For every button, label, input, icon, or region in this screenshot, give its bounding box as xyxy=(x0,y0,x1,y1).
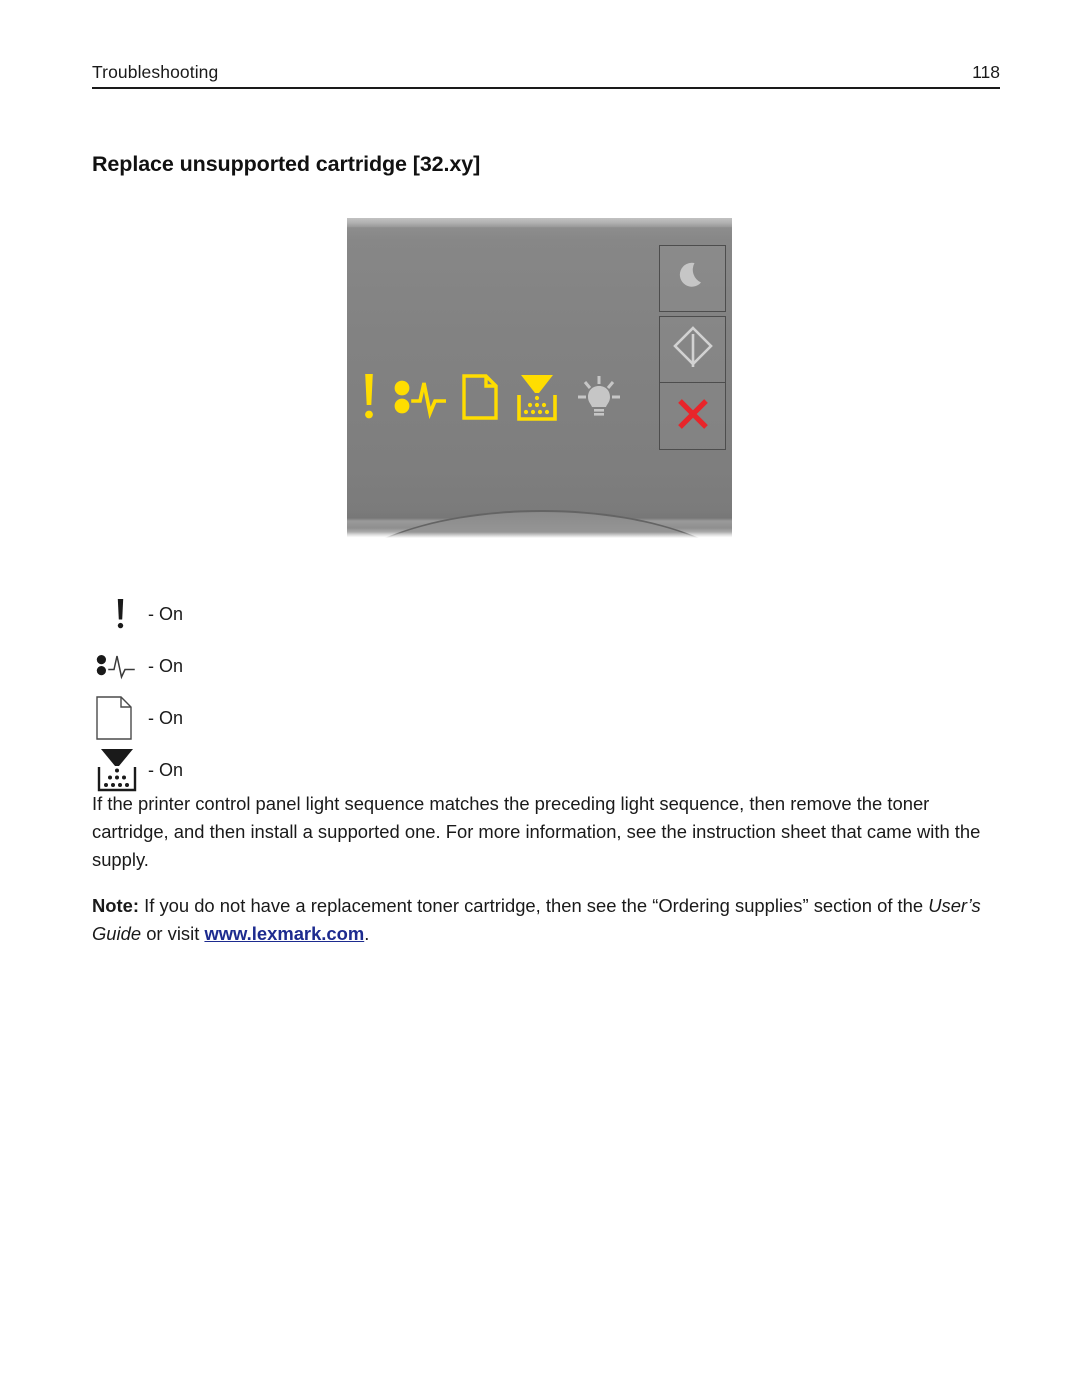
moon-sleep-icon xyxy=(677,260,709,297)
light-ready xyxy=(575,370,623,428)
legend-row-low-toner: - On xyxy=(96,744,416,796)
paper-jam-icon xyxy=(394,375,447,424)
legend-row-load-paper: - On xyxy=(96,692,416,744)
paragraph-instructions: If the printer control panel light seque… xyxy=(92,793,981,870)
load-paper-icon xyxy=(96,696,144,740)
control-panel-buttons xyxy=(659,245,726,450)
legend-label: - On xyxy=(148,759,184,780)
note-text-middle: or visit xyxy=(141,922,205,944)
cancel-button[interactable] xyxy=(659,383,726,450)
light-load-paper xyxy=(462,370,498,428)
header-page-number: 118 xyxy=(972,62,1000,82)
paragraph-note: Note: If you do not have a replacement t… xyxy=(92,892,1004,948)
printer-control-panel-figure xyxy=(347,218,732,538)
page-header: Troubleshooting 118 xyxy=(92,62,1000,89)
panel-bottom-fade xyxy=(347,532,732,538)
light-low-toner xyxy=(515,370,559,428)
light-paper-jam xyxy=(394,370,447,428)
ready-lightbulb-icon xyxy=(575,373,623,426)
start-diamond-icon xyxy=(672,326,713,373)
light-sequence-legend: - On - On - On - On xyxy=(96,588,416,796)
indicator-light-row xyxy=(361,370,623,428)
panel-top-highlight xyxy=(347,218,732,227)
legend-label: - On xyxy=(148,707,184,728)
sleep-button[interactable] xyxy=(659,245,726,312)
note-text-after: . xyxy=(364,922,370,944)
low-toner-icon xyxy=(515,373,559,426)
note-label: Note: xyxy=(92,894,139,916)
load-paper-icon xyxy=(462,373,498,425)
page-title: Replace unsupported cartridge [32.xy] xyxy=(92,152,481,177)
exclamation-error-icon xyxy=(96,599,144,629)
legend-label: - On xyxy=(148,655,184,676)
exclamation-error-icon xyxy=(361,373,377,425)
start-button[interactable] xyxy=(659,316,726,383)
cancel-x-icon xyxy=(676,397,710,436)
legend-label: - On xyxy=(148,603,184,624)
body-text: If the printer control panel light seque… xyxy=(92,790,1004,948)
paper-jam-icon xyxy=(96,651,144,681)
light-error xyxy=(361,370,377,428)
header-chapter-title: Troubleshooting xyxy=(92,62,219,82)
low-toner-icon xyxy=(96,747,144,793)
legend-row-error: - On xyxy=(96,588,416,640)
control-panel-surface xyxy=(347,218,732,538)
legend-row-paper-jam: - On xyxy=(96,640,416,692)
note-text-before: If you do not have a replacement toner c… xyxy=(139,894,929,916)
lexmark-website-link[interactable]: www.lexmark.com xyxy=(204,923,364,944)
document-page: Troubleshooting 118 Replace unsupported … xyxy=(0,0,1080,1397)
